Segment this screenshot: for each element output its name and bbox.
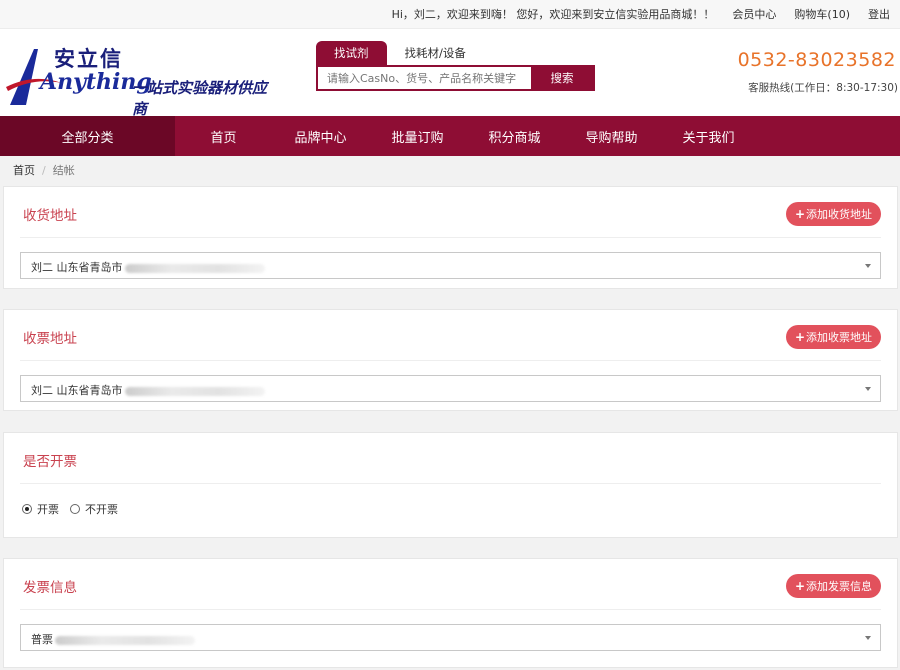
- nav-all-categories[interactable]: 全部分类: [0, 116, 175, 156]
- nav-item-shopping-guide[interactable]: 导购帮助: [563, 127, 660, 146]
- invoice-info-title: 发票信息: [23, 580, 77, 596]
- add-invoice-info-button[interactable]: + 添加发票信息: [785, 574, 881, 598]
- invoice-radio-group: 开票 不开票: [22, 501, 129, 517]
- panel-header: 收票地址 + 添加收票地址: [20, 310, 881, 361]
- hotline-label: 客服热线(工作日：8:30-17:30): [748, 82, 898, 94]
- add-billing-address-button[interactable]: + 添加收票地址: [785, 325, 881, 349]
- search-tabs: 找试剂 找耗材/设备: [316, 41, 484, 65]
- billing-address-select[interactable]: 刘二 山东省青岛市: [20, 375, 881, 402]
- shipping-address-title: 收货地址: [23, 208, 77, 224]
- add-shipping-address-label: 添加收货地址: [806, 208, 872, 221]
- nav-item-home[interactable]: 首页: [175, 127, 272, 146]
- redacted-text: [124, 263, 265, 273]
- chevron-down-icon: [865, 264, 871, 268]
- plus-icon: +: [794, 579, 805, 593]
- member-center-link[interactable]: 会员中心: [732, 6, 776, 22]
- header: 安立信 Anything 一站式实验器材供应商 找试剂 找耗材/设备 搜索 05…: [0, 29, 900, 118]
- billing-address-value: 刘二 山东省青岛市: [31, 384, 123, 397]
- shipping-address-select[interactable]: 刘二 山东省青岛市: [20, 252, 881, 279]
- nav-item-about[interactable]: 关于我们: [660, 127, 757, 146]
- main-nav: 全部分类 首页 品牌中心 批量订购 积分商城 导购帮助 关于我们: [0, 116, 900, 156]
- invoice-info-select[interactable]: 普票: [20, 624, 881, 651]
- radio-invoice-no-label: 不开票: [85, 503, 118, 516]
- cart-link[interactable]: 购物车(10): [794, 6, 850, 22]
- panel-header: 是否开票: [20, 433, 881, 484]
- nav-item-points-mall[interactable]: 积分商城: [466, 127, 563, 146]
- breadcrumb-separator: /: [42, 164, 46, 177]
- invoice-choice-panel: 是否开票 开票 不开票: [3, 432, 898, 538]
- nav-item-brands[interactable]: 品牌中心: [272, 127, 369, 146]
- top-bar: Hi，刘二，欢迎来到嗨！ 您好，欢迎来到安立信实验用品商城！！ 会员中心 购物车…: [0, 0, 900, 29]
- chevron-down-icon: [865, 387, 871, 391]
- add-invoice-info-label: 添加发票信息: [806, 580, 872, 593]
- nav-item-bulk-order[interactable]: 批量订购: [369, 127, 466, 146]
- search-box: 搜索: [316, 65, 595, 91]
- plus-icon: +: [794, 330, 805, 344]
- billing-address-panel: 收票地址 + 添加收票地址 刘二 山东省青岛市: [3, 309, 898, 411]
- invoice-choice-title: 是否开票: [23, 454, 77, 470]
- logout-link[interactable]: 登出: [868, 6, 890, 22]
- breadcrumb-home[interactable]: 首页: [13, 164, 35, 177]
- hotline-number: 0532-83023582: [737, 49, 896, 71]
- invoice-info-value: 普票: [31, 633, 53, 646]
- shipping-address-value: 刘二 山东省青岛市: [31, 261, 123, 274]
- invoice-info-panel: 发票信息 + 添加发票信息 普票: [3, 558, 898, 668]
- radio-invoice-yes-label: 开票: [37, 503, 59, 516]
- logo-slogan: 一站式实验器材供应商: [132, 79, 268, 118]
- add-shipping-address-button[interactable]: + 添加收货地址: [785, 202, 881, 226]
- panel-header: 发票信息 + 添加发票信息: [20, 559, 881, 610]
- breadcrumb: 首页 / 结帐: [0, 156, 900, 186]
- redacted-text: [124, 386, 265, 396]
- panel-header: 收货地址 + 添加收货地址: [20, 187, 881, 238]
- tab-consumables[interactable]: 找耗材/设备: [387, 41, 484, 65]
- billing-address-title: 收票地址: [23, 331, 77, 347]
- search-button[interactable]: 搜索: [531, 67, 593, 89]
- tab-reagents[interactable]: 找试剂: [316, 41, 387, 65]
- chevron-down-icon: [865, 636, 871, 640]
- search-input[interactable]: [318, 67, 531, 89]
- redacted-text: [55, 635, 195, 645]
- shipping-address-panel: 收货地址 + 添加收货地址 刘二 山东省青岛市: [3, 186, 898, 289]
- add-billing-address-label: 添加收票地址: [806, 331, 872, 344]
- radio-invoice-yes[interactable]: [22, 504, 32, 514]
- radio-invoice-no[interactable]: [70, 504, 80, 514]
- breadcrumb-current: 结帐: [52, 164, 75, 177]
- plus-icon: +: [794, 207, 805, 221]
- welcome-text: Hi，刘二，欢迎来到嗨！ 您好，欢迎来到安立信实验用品商城！！: [391, 8, 715, 21]
- site-logo[interactable]: 安立信 Anything 一站式实验器材供应商: [4, 43, 274, 118]
